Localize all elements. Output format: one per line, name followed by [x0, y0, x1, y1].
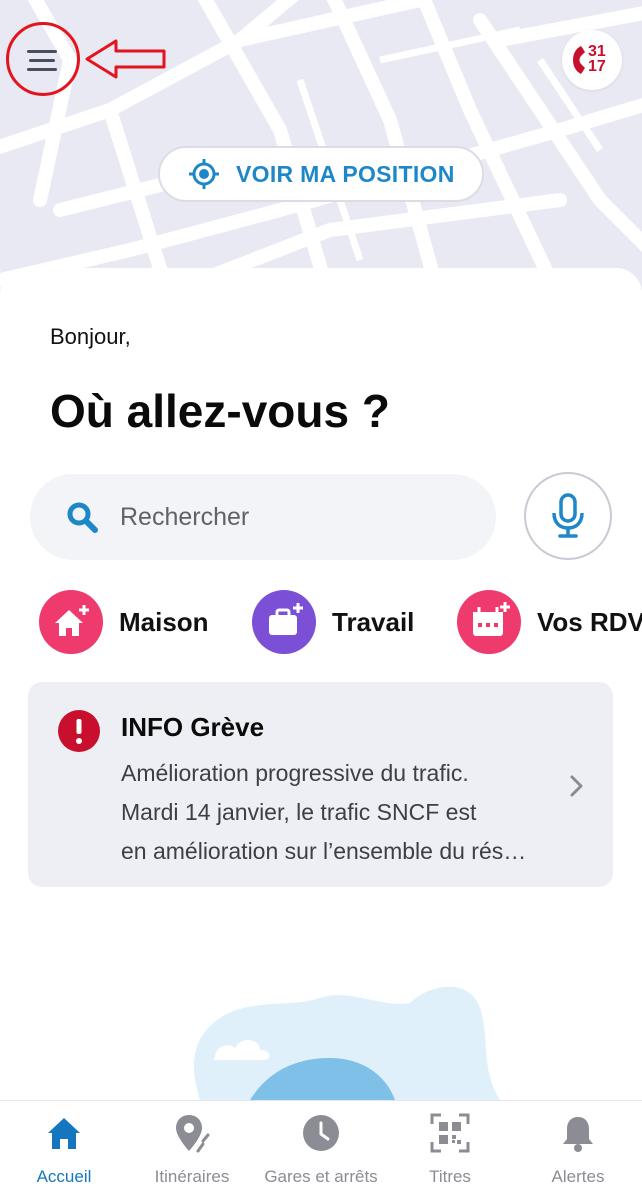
show-position-button[interactable]: VOIR MA POSITION	[158, 146, 484, 202]
tab-home[interactable]: Accueil	[0, 1101, 128, 1201]
shortcut-label: Maison	[119, 606, 209, 637]
bell-icon	[563, 1117, 593, 1152]
home-add-icon	[39, 590, 103, 654]
info-text-line: Mardi 14 janvier, le trafic SNCF est	[121, 799, 477, 825]
locate-icon	[189, 159, 219, 189]
page-title: Où allez-vous ?	[50, 385, 390, 437]
tab-itineraries[interactable]: Itinéraires	[128, 1101, 256, 1201]
route-pin-icon	[176, 1115, 210, 1153]
bottom-navigation: Accueil Itinéraires Gares et arrêts Titr…	[0, 1100, 642, 1200]
shortcut-work[interactable]: Travail	[252, 590, 414, 654]
shortcut-home[interactable]: Maison	[39, 590, 209, 654]
strike-info-card[interactable]: INFO Grève Amélioration progressive du t…	[28, 682, 613, 887]
home-icon	[48, 1118, 80, 1149]
tab-alerts[interactable]: Alertes	[514, 1101, 642, 1201]
info-text-line: Amélioration progressive du trafic.	[121, 760, 469, 786]
show-position-label: VOIR MA POSITION	[236, 160, 455, 187]
emergency-call-button[interactable]: 31 17	[562, 30, 622, 90]
tab-label: Titres	[429, 1167, 471, 1186]
search-input[interactable]: Rechercher	[30, 474, 496, 560]
search-icon	[67, 502, 98, 533]
search-placeholder: Rechercher	[120, 502, 250, 531]
tab-label: Itinéraires	[154, 1167, 230, 1186]
briefcase-add-icon	[252, 590, 316, 654]
annotation-arrow-icon	[85, 39, 166, 79]
tab-stations[interactable]: Gares et arrêts	[256, 1101, 386, 1201]
clock-icon	[303, 1115, 339, 1151]
info-title: INFO Grève	[121, 712, 265, 742]
calendar-add-icon	[457, 590, 521, 654]
tab-tickets[interactable]: Titres	[386, 1101, 514, 1201]
info-text-line: en amélioration sur l’ensemble du rés…	[121, 838, 527, 864]
shortcut-label: Vos RDV	[537, 606, 642, 637]
decorative-illustration	[194, 986, 501, 1100]
voice-search-button[interactable]	[524, 472, 612, 560]
annotation-circle	[6, 22, 80, 96]
tab-label: Accueil	[36, 1167, 92, 1186]
tab-label: Gares et arrêts	[264, 1167, 378, 1186]
emergency-number: 31 17	[588, 43, 606, 75]
greeting-text: Bonjour,	[50, 324, 131, 349]
qr-code-icon	[430, 1113, 470, 1153]
chevron-right-icon	[570, 775, 583, 797]
shortcut-label: Travail	[332, 606, 415, 637]
tab-label: Alertes	[551, 1167, 605, 1186]
shortcut-appointments[interactable]: Vos RDV	[457, 590, 642, 654]
phone-icon	[573, 46, 585, 74]
microphone-icon	[552, 493, 584, 538]
alert-icon	[58, 710, 100, 752]
